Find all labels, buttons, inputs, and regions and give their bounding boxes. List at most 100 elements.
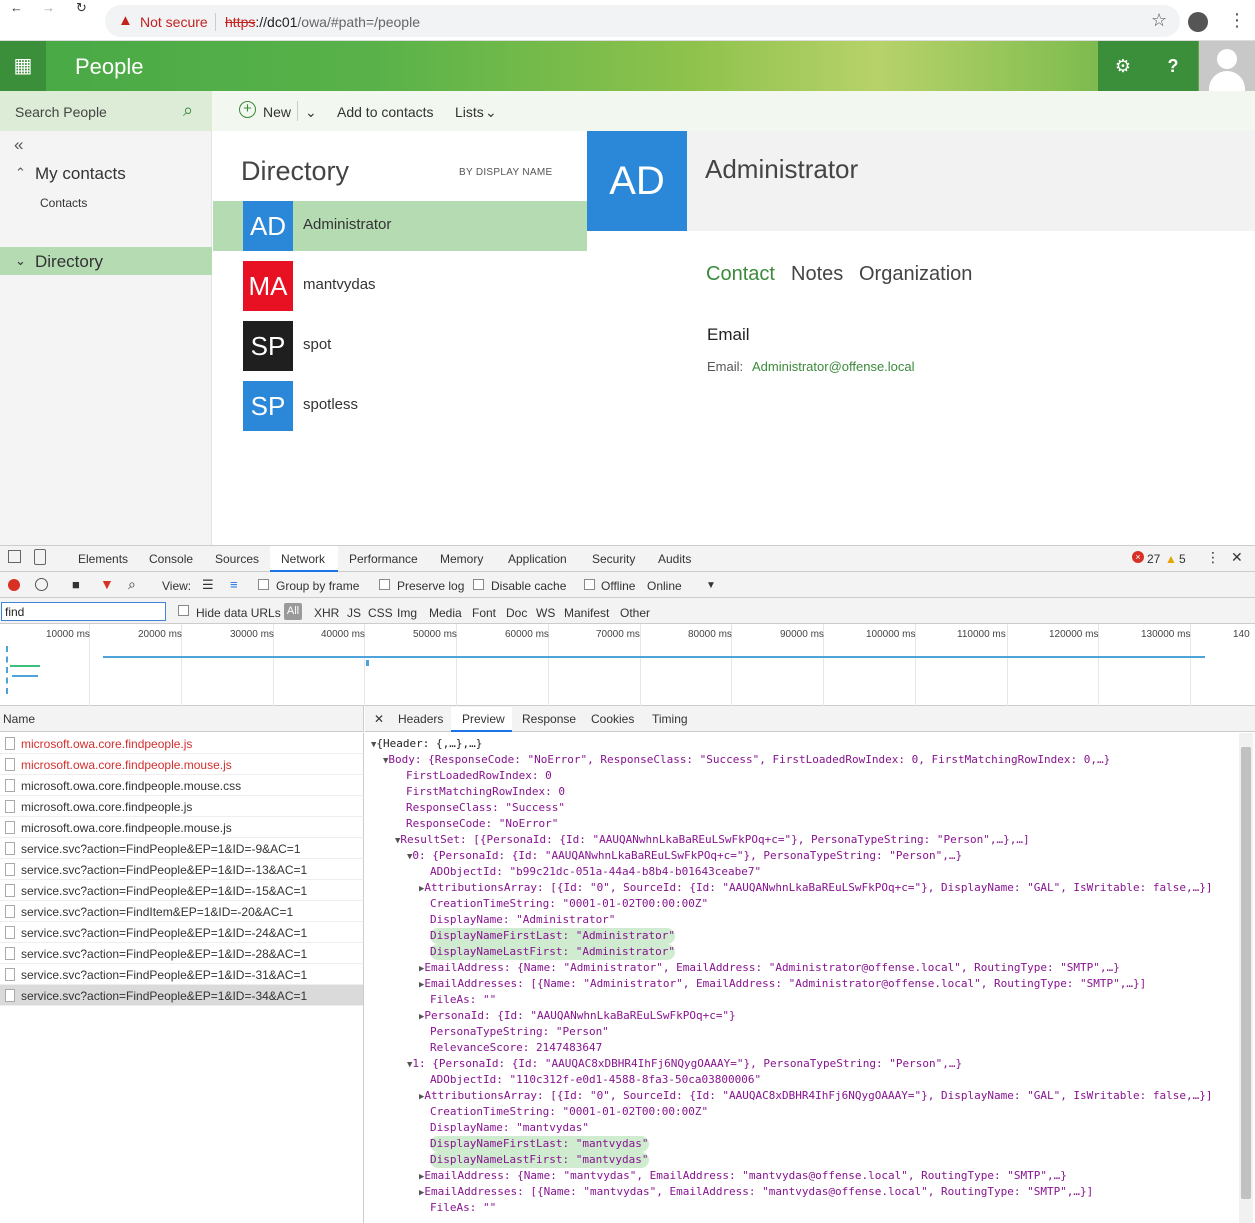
tab-organization[interactable]: Organization: [859, 263, 972, 286]
person-row[interactable]: AD Administrator: [213, 201, 587, 251]
throttling-chevron-icon[interactable]: ▼: [706, 580, 716, 591]
tab-response[interactable]: Response: [522, 712, 576, 726]
group-by-frame-checkbox[interactable]: [258, 579, 269, 590]
tab-memory[interactable]: Memory: [440, 552, 483, 566]
directory-folder-selected[interactable]: [0, 247, 212, 275]
tab-network[interactable]: Network: [281, 552, 325, 566]
type-filter-img[interactable]: Img: [397, 606, 417, 620]
record-icon[interactable]: [8, 579, 20, 591]
warning-triangle-icon[interactable]: ▲: [1165, 552, 1177, 566]
type-filter-ws[interactable]: WS: [536, 606, 555, 620]
not-secure-label[interactable]: Not secure: [140, 14, 208, 30]
tree-node[interactable]: EmailAddress: {Name: "Administrator", Em…: [424, 961, 1119, 974]
person-row[interactable]: SP spotless: [213, 381, 587, 431]
email-link[interactable]: Administrator@offense.local: [752, 359, 915, 374]
user-avatar[interactable]: [1199, 41, 1255, 91]
request-row-selected[interactable]: service.svc?action=FindPeople&EP=1&ID=-3…: [0, 985, 364, 1006]
request-row[interactable]: service.svc?action=FindPeople&EP=1&ID=-3…: [0, 964, 364, 985]
tree-node[interactable]: {Header: {,…},…}: [376, 737, 482, 750]
devtools-menu-icon[interactable]: ⋮: [1206, 549, 1220, 566]
tab-security[interactable]: Security: [592, 552, 635, 566]
lists-chevron-icon[interactable]: ⌄: [485, 104, 497, 121]
tab-preview[interactable]: Preview: [462, 712, 505, 726]
search-icon[interactable]: ⌕: [183, 100, 193, 121]
request-row[interactable]: microsoft.owa.core.findpeople.mouse.js: [0, 817, 364, 838]
tab-performance[interactable]: Performance: [349, 552, 418, 566]
back-arrow-icon[interactable]: ←: [10, 0, 23, 15]
tree-node[interactable]: EmailAddresses: [{Name: "Administrator",…: [424, 977, 1146, 990]
tab-audits[interactable]: Audits: [658, 552, 691, 566]
inspect-element-icon[interactable]: [8, 550, 21, 563]
disable-cache-checkbox[interactable]: [473, 579, 484, 590]
request-row[interactable]: microsoft.owa.core.findpeople.mouse.js: [0, 754, 364, 775]
preview-scrollbar[interactable]: [1239, 733, 1253, 1223]
warning-count[interactable]: 5: [1179, 552, 1186, 566]
sort-by-display-name[interactable]: BY DISPLAY NAME: [459, 167, 552, 178]
lists-button[interactable]: Lists: [455, 104, 484, 120]
hide-data-urls-checkbox[interactable]: [178, 605, 189, 616]
type-filter-css[interactable]: CSS: [368, 606, 393, 620]
new-button[interactable]: New: [263, 104, 291, 120]
type-filter-js[interactable]: JS: [347, 606, 361, 620]
new-plus-icon[interactable]: +: [239, 101, 256, 118]
help-button[interactable]: ?: [1148, 41, 1198, 91]
contacts-folder[interactable]: Contacts: [40, 196, 87, 210]
request-row[interactable]: service.svc?action=FindPeople&EP=1&ID=-1…: [0, 859, 364, 880]
tab-sources[interactable]: Sources: [215, 552, 259, 566]
reload-icon[interactable]: ↻: [76, 0, 87, 16]
tree-node[interactable]: 0: {PersonaId: {Id: "AAUQANwhnLkaBaREuLS…: [412, 849, 962, 862]
request-row[interactable]: microsoft.owa.core.findpeople.js: [0, 796, 364, 817]
tab-contact[interactable]: Contact: [706, 263, 775, 286]
type-filter-other[interactable]: Other: [620, 606, 650, 620]
request-row[interactable]: service.svc?action=FindPeople&EP=1&ID=-9…: [0, 838, 364, 859]
type-filter-xhr[interactable]: XHR: [314, 606, 339, 620]
profile-icon[interactable]: [1188, 12, 1208, 32]
person-row[interactable]: SP spot: [213, 321, 587, 371]
new-dropdown-chevron-icon[interactable]: ⌄: [305, 104, 317, 121]
my-contacts-caret-icon[interactable]: ⌃: [15, 165, 26, 181]
tree-node[interactable]: ResultSet: [{PersonaId: {Id: "AAUQANwhnL…: [400, 833, 1029, 846]
tab-headers[interactable]: Headers: [398, 712, 443, 726]
directory-folder-label[interactable]: Directory: [35, 252, 103, 272]
my-contacts-header[interactable]: My contacts: [35, 164, 126, 184]
request-row[interactable]: microsoft.owa.core.findpeople.mouse.css: [0, 775, 364, 796]
bookmark-star-icon[interactable]: ☆: [1151, 10, 1167, 31]
filter-input[interactable]: find: [1, 602, 166, 621]
close-detail-icon[interactable]: ✕: [374, 712, 384, 726]
add-to-contacts-button[interactable]: Add to contacts: [337, 104, 434, 120]
scrollbar-thumb[interactable]: [1241, 747, 1251, 1199]
tree-node[interactable]: AttributionsArray: [{Id: "0", SourceId: …: [424, 881, 1212, 894]
request-row[interactable]: service.svc?action=FindPeople&EP=1&ID=-2…: [0, 922, 364, 943]
url-text[interactable]: https://dc01/owa/#path=/people: [225, 14, 420, 30]
person-row[interactable]: MA mantvydas: [213, 261, 587, 311]
tab-elements[interactable]: Elements: [78, 552, 128, 566]
search-input[interactable]: Search People: [15, 104, 107, 120]
offline-checkbox[interactable]: [584, 579, 595, 590]
type-filter-media[interactable]: Media: [429, 606, 462, 620]
type-filter-doc[interactable]: Doc: [506, 606, 527, 620]
tab-cookies[interactable]: Cookies: [591, 712, 634, 726]
error-count[interactable]: 27: [1147, 552, 1160, 566]
screenshot-camera-icon[interactable]: ■: [72, 577, 80, 592]
request-row[interactable]: microsoft.owa.core.findpeople.js: [0, 733, 364, 754]
tree-node[interactable]: Body: {ResponseCode: "NoError", Response…: [388, 753, 1110, 766]
collapse-pane-icon[interactable]: «: [14, 135, 23, 155]
large-rows-icon[interactable]: ☰: [202, 577, 214, 593]
waterfall-icon[interactable]: ≡: [230, 577, 238, 592]
tree-node[interactable]: PersonaId: {Id: "AAUQANwhnLkaBaREuLSwFkP…: [424, 1009, 735, 1022]
type-filter-font[interactable]: Font: [472, 606, 496, 620]
tab-notes[interactable]: Notes: [791, 263, 843, 286]
request-row[interactable]: service.svc?action=FindPeople&EP=1&ID=-1…: [0, 880, 364, 901]
app-launcher-icon[interactable]: ▦: [0, 41, 46, 91]
request-row[interactable]: service.svc?action=FindItem&EP=1&ID=-20&…: [0, 901, 364, 922]
preserve-log-checkbox[interactable]: [379, 579, 390, 590]
error-icon[interactable]: ×: [1132, 551, 1144, 563]
devtools-close-icon[interactable]: ✕: [1231, 549, 1243, 566]
tree-node[interactable]: 1: {PersonaId: {Id: "AAUQAC8xDBHR4IhFj6N…: [412, 1057, 962, 1070]
tab-console[interactable]: Console: [149, 552, 193, 566]
clear-icon[interactable]: [35, 578, 48, 591]
name-column-header[interactable]: [0, 706, 364, 732]
tab-timing[interactable]: Timing: [652, 712, 688, 726]
search-icon[interactable]: ⌕: [128, 576, 136, 593]
tree-node[interactable]: EmailAddress: {Name: "mantvydas", EmailA…: [424, 1169, 1066, 1182]
